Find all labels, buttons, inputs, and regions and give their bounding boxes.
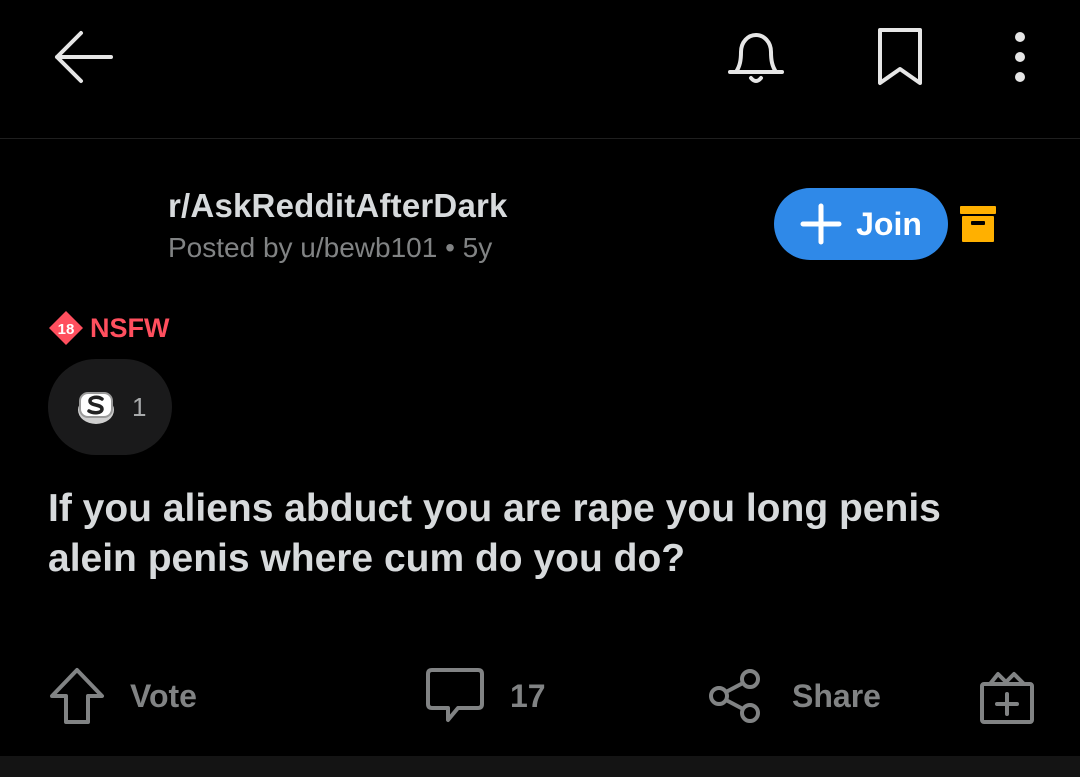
award-count: 1 [132,391,147,422]
upvote-icon [50,668,104,724]
archive-icon [956,202,1000,246]
post-meta: Posted by u/bewb101 • 5y [168,232,493,263]
award-button[interactable] [976,660,1038,732]
more-options-button[interactable] [994,20,1046,94]
nsfw-tag: 18 NSFW [48,310,169,346]
save-button[interactable] [864,20,936,94]
nsfw-label: NSFW [90,312,170,343]
vote-label: Vote [130,677,197,714]
post-title: If you aliens abduct you are rape you lo… [48,487,941,580]
bookmark-icon [878,28,922,85]
bottom-divider [0,756,1080,777]
share-button[interactable]: Share [706,660,881,732]
more-vertical-icon [1015,32,1025,82]
arrow-left-icon [55,31,113,83]
notifications-button[interactable] [714,20,798,94]
back-button[interactable] [40,22,126,92]
post-actions-bar: Vote 17 Share [0,660,1080,740]
join-button[interactable]: Join [774,188,948,260]
post-header: r/AskRedditAfterDark Posted by u/bewb101… [168,186,508,266]
vote-button[interactable]: Vote [48,660,197,732]
share-label: Share [792,677,881,714]
join-label: Join [856,205,922,242]
subreddit-name[interactable]: r/AskRedditAfterDark [168,186,508,226]
svg-text:18: 18 [58,321,75,338]
awards-button[interactable]: 1 [48,359,172,455]
share-icon [709,669,760,723]
bell-icon [728,33,784,83]
comments-button[interactable]: 17 [424,660,546,732]
comment-count: 17 [510,677,546,714]
comment-icon [426,668,484,722]
plus-icon [800,203,842,245]
award-icon [74,385,118,429]
top-app-bar [0,0,1080,139]
gift-icon [980,672,1034,724]
nsfw-18-icon: 18 [48,310,84,346]
